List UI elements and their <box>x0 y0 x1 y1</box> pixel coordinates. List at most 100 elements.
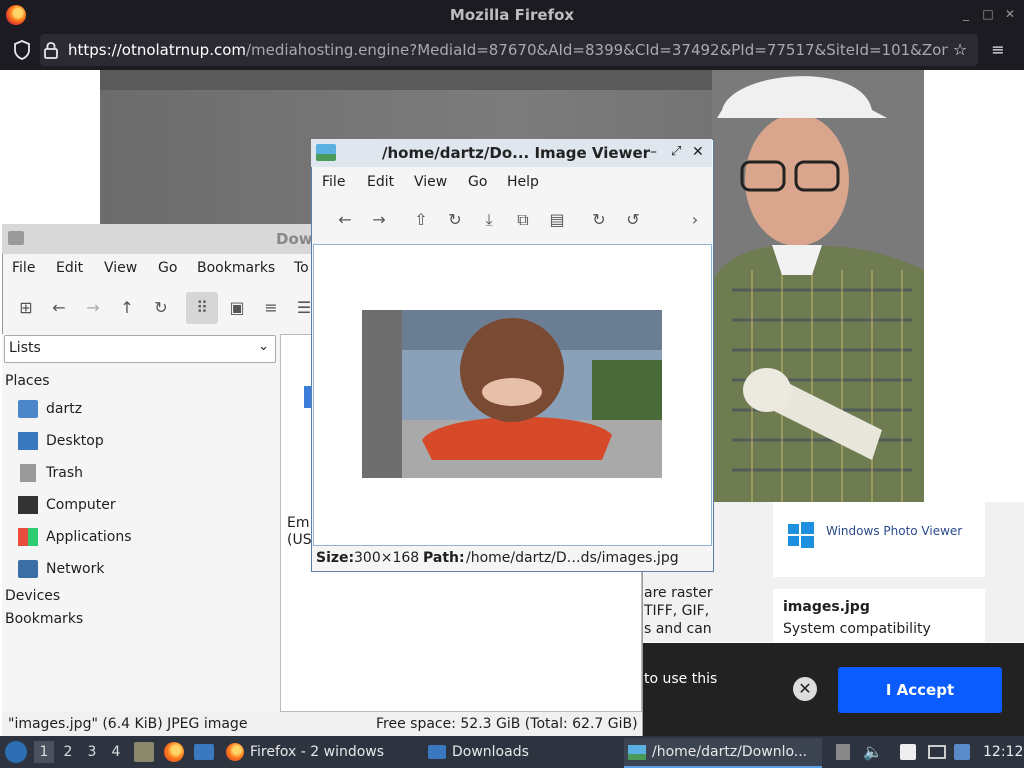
sidebar-item-label: dartz <box>46 401 83 417</box>
firefox-launcher-icon[interactable] <box>164 742 184 762</box>
task-label: /home/dartz/Downlo... <box>652 744 808 760</box>
previous-image-icon[interactable]: ← <box>333 208 357 232</box>
devices-header[interactable]: Devices <box>5 588 60 604</box>
menu-view[interactable]: View <box>104 260 137 276</box>
volume-icon[interactable]: 🔈 <box>862 741 884 763</box>
file-card-title: images.jpg <box>783 599 870 615</box>
open-icon[interactable]: ⇧ <box>409 208 433 232</box>
start-menu-icon[interactable] <box>5 741 27 763</box>
path-value: /home/dartz/D…ds/images.jpg <box>466 550 679 566</box>
places-header: Places <box>5 373 50 389</box>
rotate-counterclockwise-icon[interactable]: ↺ <box>621 208 645 232</box>
file-manager-title: Dow <box>276 230 313 248</box>
sidebar-item-dartz[interactable]: dartz <box>18 393 82 425</box>
menu-go[interactable]: Go <box>158 260 177 276</box>
forward-arrow-icon[interactable]: → <box>81 296 105 320</box>
accept-button[interactable]: I Accept <box>838 667 1002 713</box>
home-folder-icon <box>18 400 38 418</box>
iv-maximize-icon[interactable]: ⤢ <box>671 144 681 159</box>
workspace-1[interactable]: 1 <box>34 741 54 763</box>
grid-view-icon[interactable]: ⠿ <box>190 296 214 320</box>
computer-icon <box>18 496 38 514</box>
sidebar-mode-select[interactable]: Lists ⌄ <box>4 335 276 363</box>
sidebar-item-label: Applications <box>46 529 132 545</box>
displayed-image <box>362 310 662 478</box>
shield-icon[interactable] <box>12 40 32 60</box>
iv-menu-help[interactable]: Help <box>507 174 539 190</box>
new-tab-icon[interactable]: ⊞ <box>14 296 38 320</box>
image-viewer-app-icon <box>316 144 336 161</box>
reload-icon[interactable]: ↻ <box>443 208 467 232</box>
updates-icon[interactable] <box>954 744 970 760</box>
thumbnail-view-icon[interactable]: ▣ <box>225 296 249 320</box>
sidebar-item-applications[interactable]: Applications <box>18 521 132 553</box>
image-viewer-icon <box>628 744 646 760</box>
task-image-viewer[interactable]: /home/dartz/Downlo... <box>624 738 822 768</box>
iv-close-icon[interactable]: ✕ <box>692 144 704 160</box>
sidebar-item-trash[interactable]: Trash <box>18 457 83 489</box>
task-downloads[interactable]: Downloads <box>424 738 620 766</box>
folder-icon <box>8 231 24 245</box>
sidebar-item-computer[interactable]: Computer <box>18 489 116 521</box>
list-view-icon[interactable]: ≡ <box>259 296 283 320</box>
bookmark-star-icon[interactable]: ☆ <box>950 40 970 60</box>
up-arrow-icon[interactable]: ↑ <box>115 296 139 320</box>
sidebar-item-label: Network <box>46 561 105 577</box>
article-line: are raster <box>644 585 713 601</box>
menu-file[interactable]: File <box>12 260 35 276</box>
workspace-2[interactable]: 2 <box>58 741 78 763</box>
file-manager-launcher-icon[interactable] <box>134 742 154 762</box>
workspace-3[interactable]: 3 <box>82 741 102 763</box>
clipboard-icon[interactable] <box>836 744 850 760</box>
file-caption-partial: Em <box>287 515 310 531</box>
back-arrow-icon[interactable]: ← <box>47 296 71 320</box>
iv-menu-go[interactable]: Go <box>468 174 487 190</box>
chevron-down-icon: ⌄ <box>258 339 269 354</box>
minimize-icon[interactable]: _ <box>958 6 974 22</box>
cookie-text: to use this <box>644 671 718 687</box>
lock-icon[interactable] <box>42 40 60 60</box>
image-viewer-title: /home/dartz/Do... Image Viewer <box>382 144 651 162</box>
desktop-icon <box>18 432 38 450</box>
file-card-subtitle: System compatibility <box>783 621 931 637</box>
menu-tools[interactable]: To <box>294 260 309 276</box>
menu-bookmarks[interactable]: Bookmarks <box>197 260 275 276</box>
close-icon[interactable]: ✕ <box>1002 6 1018 22</box>
applications-icon <box>18 528 38 546</box>
iv-menu-edit[interactable]: Edit <box>367 174 394 190</box>
copy-icon[interactable]: ⧉ <box>511 208 535 232</box>
notes-icon[interactable] <box>900 744 916 760</box>
product-label[interactable]: Windows Photo Viewer <box>826 524 962 538</box>
url-text[interactable]: https://otnolatrnup.com/mediahosting.eng… <box>68 40 948 60</box>
firefox-icon <box>226 743 244 761</box>
desktop-launcher-icon[interactable] <box>194 744 214 760</box>
network-status-icon[interactable] <box>928 745 946 759</box>
sidebar-item-desktop[interactable]: Desktop <box>18 425 104 457</box>
sidebar-item-network[interactable]: Network <box>18 553 104 585</box>
folder-icon <box>428 745 446 759</box>
menu-icon[interactable]: ≡ <box>988 40 1008 60</box>
menu-edit[interactable]: Edit <box>56 260 83 276</box>
reload-icon[interactable]: ↻ <box>149 296 173 320</box>
save-icon[interactable]: ⤓ <box>477 208 501 232</box>
task-label: Firefox - 2 windows <box>250 744 385 760</box>
task-firefox[interactable]: Firefox - 2 windows <box>222 738 418 766</box>
image-viewer-status: Size: 300×168 Path: /home/dartz/D…ds/ima… <box>311 546 712 570</box>
paste-icon[interactable]: ▤ <box>545 208 569 232</box>
sidebar-item-label: Computer <box>46 497 116 513</box>
page-right-margin <box>924 70 1024 502</box>
iv-menu-file[interactable]: File <box>322 174 345 190</box>
trash-icon <box>20 464 36 482</box>
more-tools-icon[interactable]: › <box>683 208 707 232</box>
size-label: Size: <box>316 550 355 566</box>
workspace-4[interactable]: 4 <box>106 741 126 763</box>
network-icon <box>18 560 38 578</box>
iv-minimize-icon[interactable]: – <box>650 144 657 160</box>
rotate-clockwise-icon[interactable]: ↻ <box>587 208 611 232</box>
cookie-close-button[interactable]: ✕ <box>793 677 817 701</box>
maximize-icon[interactable]: □ <box>980 6 996 22</box>
next-image-icon[interactable]: → <box>367 208 391 232</box>
bookmarks-header[interactable]: Bookmarks <box>5 611 83 627</box>
article-line: TIFF, GIF, <box>644 603 710 619</box>
iv-menu-view[interactable]: View <box>414 174 447 190</box>
